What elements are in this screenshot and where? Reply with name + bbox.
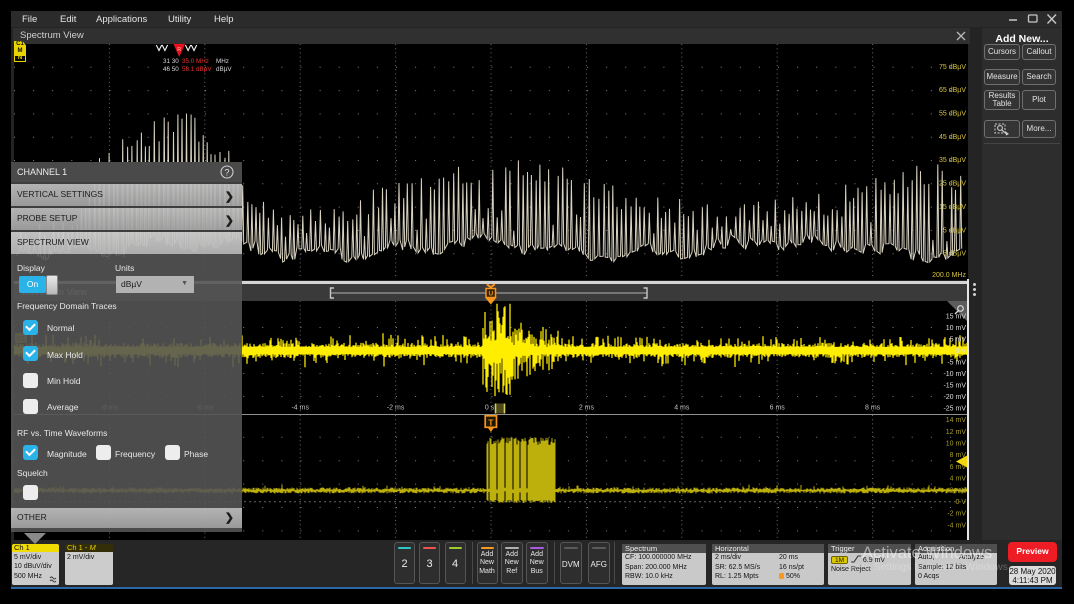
svg-text:14 mV: 14 mV [946,417,967,424]
svg-text:5 mV: 5 mV [950,337,967,344]
svg-text:2 ms: 2 ms [579,405,595,412]
svg-text:?: ? [224,167,229,177]
svg-text:4 ms: 4 ms [674,405,690,412]
svg-text:75 dBµV: 75 dBµV [939,64,966,71]
svg-text:-5 mV: -5 mV [947,360,966,367]
svg-text:-25 mV: -25 mV [943,406,966,413]
svg-text:4 mV: 4 mV [950,476,967,483]
svg-text:-5 dBµV: -5 dBµV [941,251,967,258]
svg-text:-4 mV: -4 mV [947,522,966,529]
svg-text:45 dBµV: 45 dBµV [939,134,966,141]
svg-text:0 V: 0 V [955,348,966,355]
svg-text:T: T [488,417,494,427]
svg-text:55 dBµV: 55 dBµV [939,111,966,118]
svg-text:10 mV: 10 mV [946,325,967,332]
svg-text:-2 mV: -2 mV [947,511,966,518]
svg-text:6 ms: 6 ms [770,405,786,412]
svg-text:25 dBµV: 25 dBµV [939,181,966,188]
svg-text:15 mV: 15 mV [946,314,967,321]
svg-text:0 s: 0 s [485,405,495,412]
svg-text:-2 ms: -2 ms [387,405,405,412]
svg-text:46 50: 46 50 [163,66,179,73]
svg-text:10 mV: 10 mV [946,441,967,448]
svg-text:-4 ms: -4 ms [291,405,309,412]
svg-text:35 dBµV: 35 dBµV [939,157,966,164]
svg-text:31 30: 31 30 [163,58,179,65]
svg-text:MHz: MHz [216,58,229,65]
svg-text:8 ms: 8 ms [865,405,881,412]
svg-text:35.0 MHz: 35.0 MHz [182,58,209,65]
svg-text:U: U [488,291,493,298]
svg-text:200.0 MHz: 200.0 MHz [932,272,966,279]
svg-text:R: R [177,47,181,53]
svg-text:65 dBµV: 65 dBµV [939,87,966,94]
svg-text:-15 mV: -15 mV [943,383,966,390]
svg-text:-20 mV: -20 mV [943,394,966,401]
svg-text:-10 mV: -10 mV [943,371,966,378]
svg-text:15 dBµV: 15 dBµV [939,204,966,211]
svg-text:58.1 dBµV: 58.1 dBµV [182,66,212,73]
svg-text:dBµV: dBµV [216,66,232,73]
svg-text:2 mV: 2 mV [950,487,967,494]
svg-text:0 V: 0 V [955,499,966,506]
svg-text:12 mV: 12 mV [946,429,967,436]
svg-text:5 dBµV: 5 dBµV [943,227,966,234]
